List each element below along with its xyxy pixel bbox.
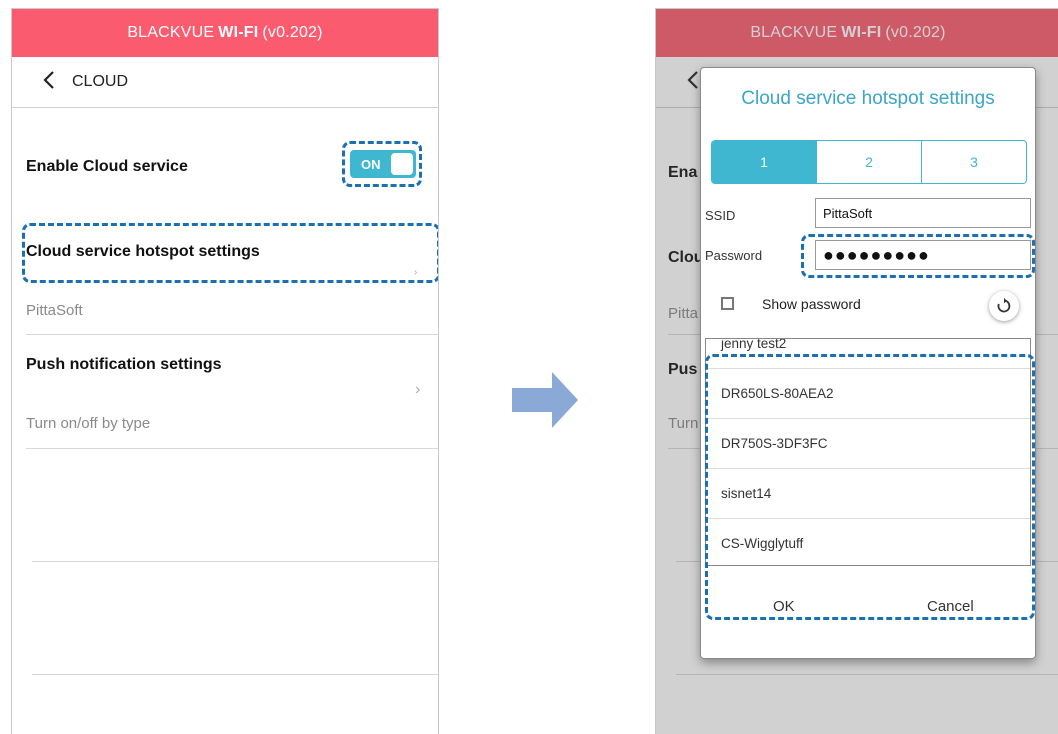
ssid-field[interactable]: PittaSoft [815,198,1031,228]
tab-slot-2[interactable]: 2 [816,141,921,183]
enable-cloud-label: Enable Cloud service [26,158,188,175]
password-label: Password [705,248,763,263]
highlight-password-box [801,234,1035,278]
hotspot-ssid-value: PittaSoft [26,302,83,319]
app-title-prefix: BLACKVUE [127,24,215,41]
tab-slot-1[interactable]: 1 [712,141,816,183]
refresh-icon[interactable] [989,291,1019,321]
divider [26,448,438,449]
hotspot-dialog-screen: BLACKVUE WI-FI (v0.202) Ena Clou Pitta P… [655,8,1058,734]
app-title-version: (v0.202) [262,24,323,41]
show-password-label: Show password [762,296,861,312]
app-title-wifi: WI-FI [218,24,259,41]
chevron-left-icon[interactable] [42,70,72,94]
tab-slot-3[interactable]: 3 [921,141,1026,183]
ssid-value: PittaSoft [823,205,873,221]
show-password-checkbox[interactable] [721,297,734,310]
chevron-right-icon: › [415,381,421,398]
highlight-network-list-box [705,354,1035,620]
app-title-bar: BLACKVUE WI-FI (v0.202) [12,9,438,57]
ssid-label: SSID [705,208,736,223]
hotspot-settings-dialog: Cloud service hotspot settings 1 2 3 SSI… [700,67,1036,659]
push-settings-sub: Turn on/off by type [26,415,151,432]
arrow-right-icon [512,368,582,432]
push-settings-label[interactable]: Push notification settings [26,356,222,374]
nav-bar: CLOUD [12,57,438,108]
divider [32,674,438,675]
dialog-title: Cloud service hotspot settings [741,88,995,109]
highlight-hotspot-box [22,223,438,283]
cloud-settings-screen: BLACKVUE WI-FI (v0.202) CLOUD Enable Clo… [11,8,439,734]
page-title: CLOUD [72,73,129,90]
divider [32,561,438,562]
highlight-toggle-box [342,141,422,187]
chevron-right-icon: › [414,267,418,278]
hotspot-slot-tabs: 1 2 3 [711,140,1027,184]
divider [26,334,438,335]
